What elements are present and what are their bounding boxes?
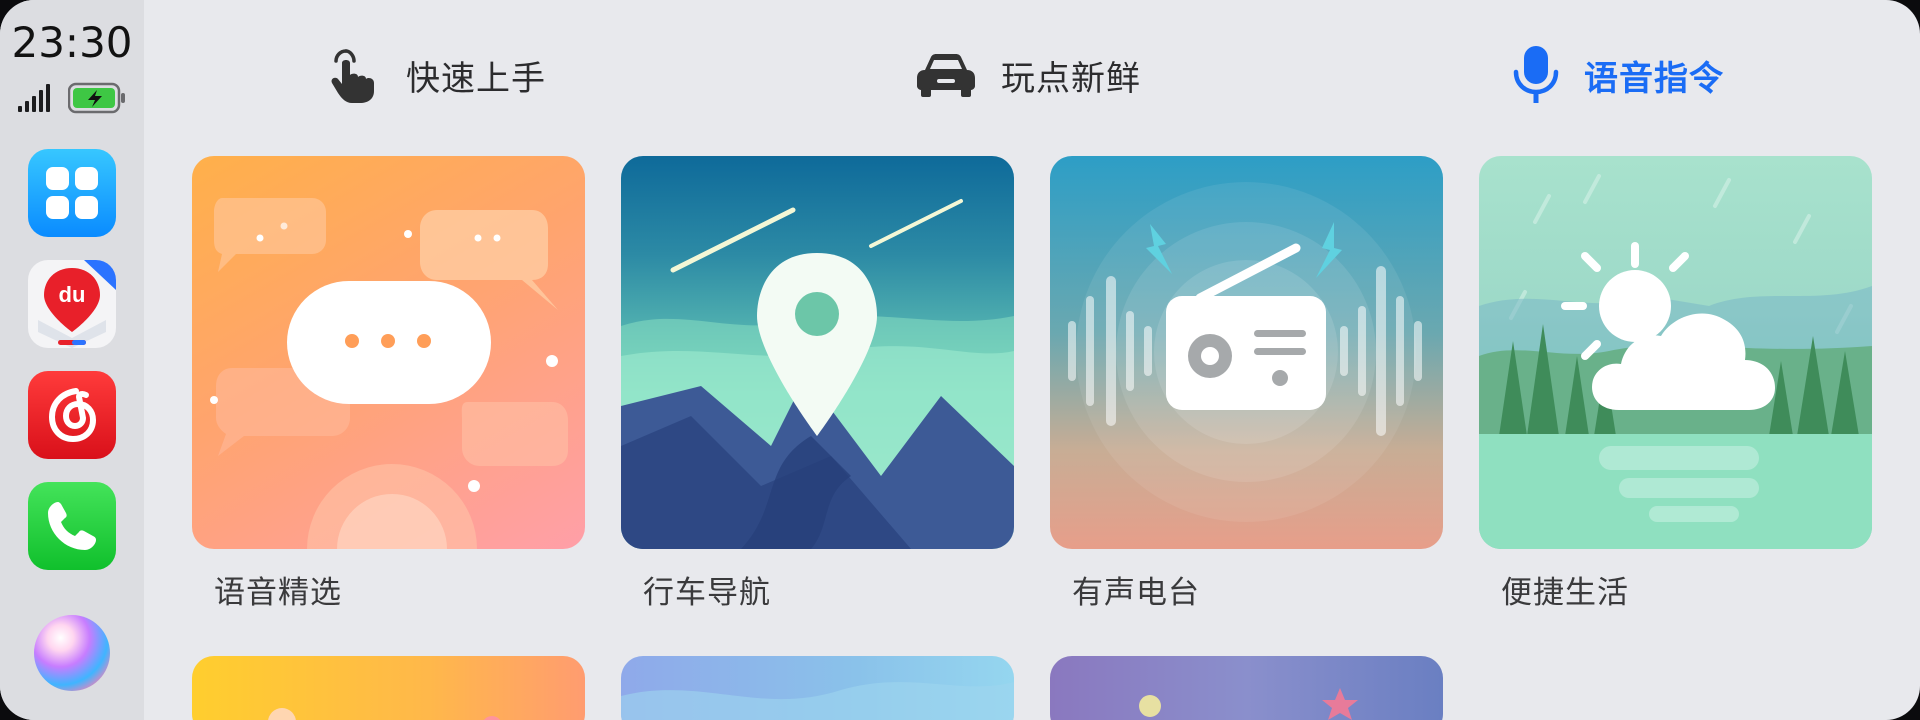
dock-netease-music[interactable] [28,371,116,459]
car-icon [915,52,977,98]
card-label-driving-navigation: 行车导航 [643,575,771,611]
tap-hand-icon [326,45,382,105]
tab-label: 语音指令 [1584,58,1724,99]
signal-icon [18,84,54,112]
card-audio-radio[interactable] [1050,156,1443,549]
radio-icon [1050,156,1443,549]
carplay-screen: 23:30 du 快速上手 玩点新鲜 语音指令 语音精选 行车导航 有声电台 便… [0,0,1920,720]
card-row2-3[interactable] [1050,656,1443,720]
dock-phone[interactable] [28,482,116,570]
tab-label: 快速上手 [406,58,546,99]
card-label-convenient-life: 便捷生活 [1501,575,1629,611]
status-time: 23:30 [11,18,133,67]
dock-baidu-maps[interactable]: du [28,260,116,348]
weather-icon [1479,156,1872,549]
grid-icon [44,165,100,221]
microphone-icon [1512,44,1560,106]
tab-label: 玩点新鲜 [1001,58,1141,99]
card-row2-1[interactable] [192,656,585,720]
card-label-voice-selection: 语音精选 [214,575,342,611]
map-pin-icon: du [28,260,116,348]
card-voice-selection[interactable] [192,156,585,549]
siri-icon[interactable] [34,615,110,691]
sidebar: 23:30 du [0,0,144,720]
card-convenient-life[interactable] [1479,156,1872,549]
battery-charging-icon [68,82,126,114]
status-bar [18,82,128,114]
card-row2-2[interactable] [621,656,1014,720]
chat-bubble-icon [192,156,585,549]
tab-quick-start[interactable]: 快速上手 [326,40,546,110]
location-pin-icon [621,156,1014,549]
dock-app-grid[interactable] [28,149,116,237]
phone-icon [44,498,100,554]
music-icon [42,385,102,445]
card-driving-navigation[interactable] [621,156,1014,549]
baidu-du-text: du [59,282,86,307]
card-label-audio-radio: 有声电台 [1072,575,1200,611]
tab-play-fresh[interactable]: 玩点新鲜 [915,40,1141,110]
tab-voice-command[interactable]: 语音指令 [1512,40,1724,110]
